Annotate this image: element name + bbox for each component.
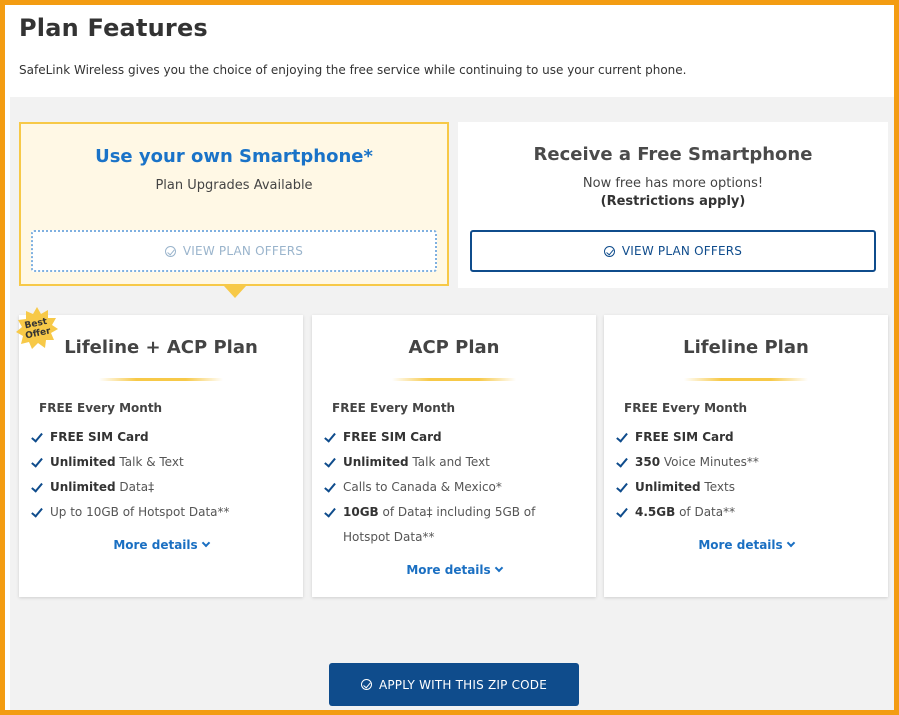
check-icon [616,455,628,468]
feature-list: FREE SIM Card Unlimited Talk and Text Ca… [324,425,585,550]
check-icon [31,430,43,443]
feature-item: Unlimited Talk and Text [324,450,585,475]
plan-title: ACP Plan [408,337,500,358]
feature-item: Unlimited Data‡ [31,475,292,500]
feature-item: FREE SIM Card [616,425,877,450]
feature-item: 10GB of Data‡ including 5GB of Hotspot D… [324,500,585,550]
check-icon [616,505,628,518]
free-smartphone-subtitle: Now free has more options! [582,176,764,191]
own-view-plan-offers-button[interactable]: VIEW PLAN OFFERS [31,230,437,272]
more-details-link[interactable]: More details [604,538,888,552]
check-circle-icon [164,245,176,257]
more-details-link[interactable]: More details [19,538,303,552]
own-smartphone-subtitle: Plan Upgrades Available [155,178,313,193]
selected-pointer-icon [224,286,246,298]
page-subtitle: SafeLink Wireless gives you the choice o… [19,63,687,77]
plan-free-label: FREE Every Month [624,401,748,415]
plan-free-label: FREE Every Month [332,401,456,415]
free-smartphone-title: Receive a Free Smartphone [533,144,813,165]
feature-item: Calls to Canada & Mexico* [324,475,585,500]
own-smartphone-title: Use your own Smartphone* [95,146,373,167]
plan-card-lifeline-acp: Lifeline + ACP Plan FREE Every Month FRE… [19,315,303,597]
chevron-down-icon [201,538,210,548]
feature-list: FREE SIM Card 350 Voice Minutes** Unlimi… [616,425,877,525]
apply-zip-code-button[interactable]: APPLY WITH THIS ZIP CODE [329,663,579,706]
feature-list: FREE SIM Card Unlimited Talk & Text Unli… [31,425,292,525]
chevron-down-icon [494,563,503,573]
feature-item: FREE SIM Card [324,425,585,450]
feature-item: FREE SIM Card [31,425,292,450]
plan-title: Lifeline Plan [683,337,809,358]
check-icon [324,455,336,468]
check-circle-icon [360,679,372,690]
plan-free-label: FREE Every Month [39,401,163,415]
check-icon [324,505,336,518]
plan-title: Lifeline + ACP Plan [64,337,258,358]
feature-item: Up to 10GB of Hotspot Data** [31,500,292,525]
check-icon [616,430,628,443]
feature-item: Unlimited Talk & Text [31,450,292,475]
check-icon [324,430,336,443]
best-offer-badge: Best Offer [15,306,59,350]
check-icon [616,480,628,493]
check-icon [31,480,43,493]
title-underline [392,378,516,381]
plan-card-acp: ACP Plan FREE Every Month FREE SIM Card … [312,315,596,597]
page-title: Plan Features [19,14,208,42]
title-underline [99,378,223,381]
check-icon [31,455,43,468]
plans-section: Use your own Smartphone* Plan Upgrades A… [10,97,894,710]
check-icon [31,505,43,518]
free-smartphone-restrictions: (Restrictions apply) [600,194,746,209]
chevron-down-icon [786,538,795,548]
apply-zip-code-label: APPLY WITH THIS ZIP CODE [378,677,548,692]
own-view-plan-offers-label: VIEW PLAN OFFERS [182,244,304,258]
plan-card-lifeline: Lifeline Plan FREE Every Month FREE SIM … [604,315,888,597]
own-smartphone-option[interactable]: Use your own Smartphone* Plan Upgrades A… [19,122,449,286]
page-frame: Plan Features SafeLink Wireless gives yo… [0,0,899,715]
feature-item: 350 Voice Minutes** [616,450,877,475]
feature-item: Unlimited Texts [616,475,877,500]
free-smartphone-option[interactable]: Receive a Free Smartphone Now free has m… [458,122,888,288]
free-view-plan-offers-button[interactable]: VIEW PLAN OFFERS [470,230,876,272]
free-view-plan-offers-label: VIEW PLAN OFFERS [621,244,743,258]
check-circle-icon [603,245,615,257]
title-underline [684,378,808,381]
more-details-link[interactable]: More details [312,563,596,577]
feature-item: 4.5GB of Data** [616,500,877,525]
page-header: Plan Features SafeLink Wireless gives yo… [14,9,894,97]
check-icon [324,480,336,493]
